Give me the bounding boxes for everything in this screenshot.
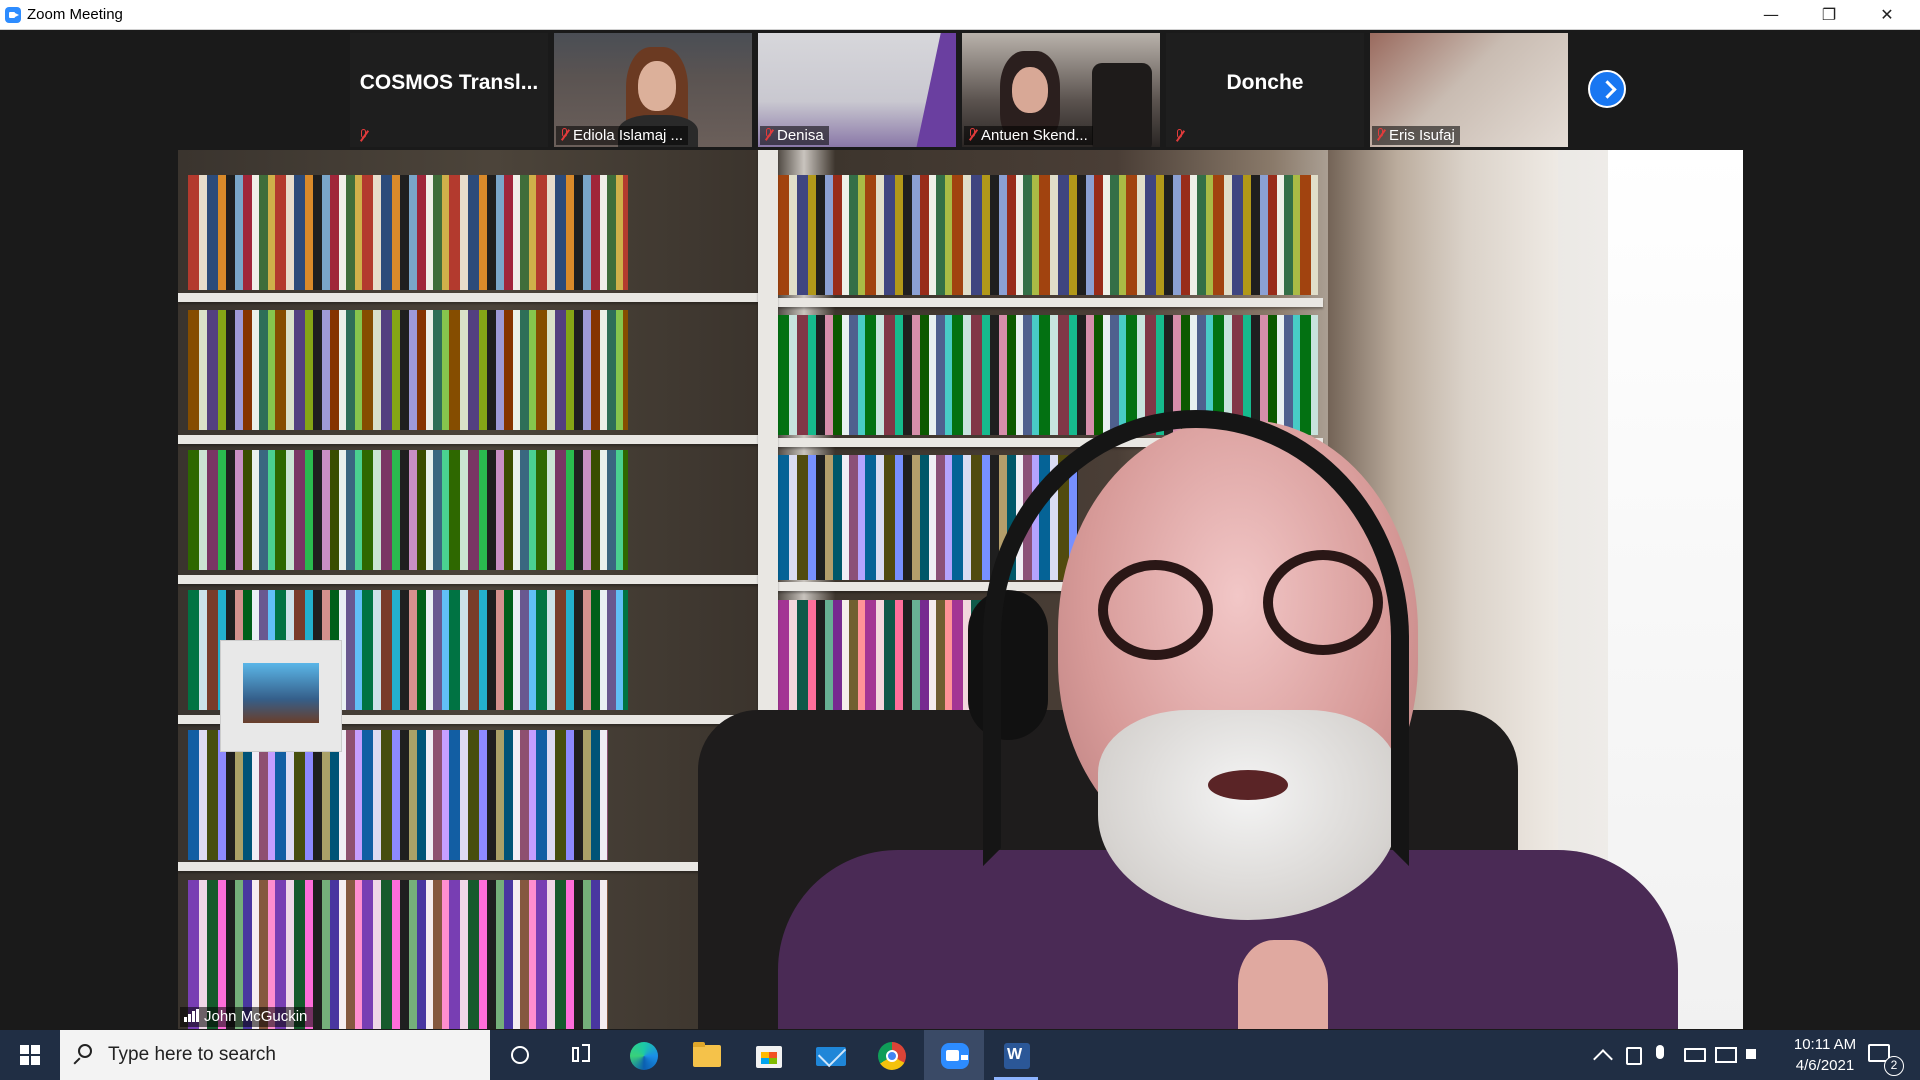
muted-mic-icon <box>763 128 773 142</box>
next-page-button[interactable] <box>1588 70 1626 108</box>
speaker-label: John McGuckin <box>180 1007 314 1027</box>
chrome-icon[interactable] <box>862 1030 922 1080</box>
participant-name: COSMOS Transl... <box>359 71 539 94</box>
network-icon[interactable] <box>1715 1047 1737 1063</box>
zoom-app-icon <box>5 7 21 23</box>
search-placeholder: Type here to search <box>108 1044 276 1065</box>
minimize-button[interactable]: — <box>1742 0 1800 29</box>
muted-mic-icon <box>967 128 977 142</box>
speaker-name: John McGuckin <box>204 1008 308 1025</box>
edge-icon[interactable] <box>614 1030 674 1080</box>
task-view-icon[interactable] <box>550 1030 610 1080</box>
participant-tile[interactable]: COSMOS Transl... <box>350 33 548 147</box>
volume-icon[interactable] <box>1746 1049 1756 1059</box>
store-icon[interactable] <box>738 1030 798 1080</box>
battery-icon[interactable] <box>1684 1048 1706 1062</box>
participant-label: Denisa <box>760 126 829 145</box>
cortana-icon[interactable] <box>490 1030 550 1080</box>
notification-count: 2 <box>1884 1056 1904 1076</box>
active-speaker-video[interactable]: John McGuckin <box>178 150 1743 1029</box>
title-bar: Zoom Meeting — ❐ ✕ <box>0 0 1920 30</box>
search-input[interactable]: Type here to search <box>60 1030 490 1080</box>
participant-tile[interactable]: Ediola Islamaj ... <box>554 33 752 147</box>
file-explorer-icon[interactable] <box>676 1030 736 1080</box>
mail-icon[interactable] <box>800 1030 860 1080</box>
headphones <box>983 410 1409 866</box>
participant-name: Denisa <box>777 127 824 144</box>
participant-label: Eris Isufaj <box>1372 126 1460 145</box>
participant-label: Antuen Skend... <box>964 126 1093 145</box>
muted-mic-icon <box>358 129 368 143</box>
clock-time: 10:11 AM <box>1793 1036 1857 1053</box>
participant-label: Ediola Islamaj ... <box>556 126 689 145</box>
participant-name: Donche <box>1226 71 1304 94</box>
participant-tile[interactable]: Eris Isufaj <box>1370 33 1568 147</box>
search-icon <box>78 1044 92 1058</box>
participant-video <box>915 33 956 147</box>
taskbar: Type here to search W 10:11 AM 4/6/2021 … <box>0 1030 1920 1080</box>
picture-frame <box>220 640 342 752</box>
muted-mic-icon <box>559 128 569 142</box>
signal-icon <box>184 1009 200 1022</box>
participant-name: Ediola Islamaj ... <box>573 127 684 144</box>
windows-start-icon[interactable] <box>0 1030 60 1080</box>
close-button[interactable]: ✕ <box>1858 0 1916 29</box>
clock-date: 4/6/2021 <box>1795 1057 1855 1074</box>
zoom-icon[interactable] <box>924 1030 984 1080</box>
microphone-icon[interactable] <box>1656 1045 1664 1059</box>
participant-tile[interactable]: Antuen Skend... <box>962 33 1160 147</box>
camera-icon[interactable] <box>1626 1047 1642 1065</box>
restore-button[interactable]: ❐ <box>1800 0 1858 29</box>
participant-tile[interactable]: Donche <box>1166 33 1364 147</box>
muted-mic-icon <box>1174 129 1184 143</box>
word-letter: W <box>1007 1046 1023 1063</box>
word-icon[interactable]: W <box>986 1030 1046 1080</box>
meeting-area: COSMOS Transl... Ediola Islamaj ... Deni… <box>0 30 1920 1030</box>
window-title: Zoom Meeting <box>27 6 123 23</box>
participant-name: Eris Isufaj <box>1389 127 1455 144</box>
clock[interactable]: 10:11 AM 4/6/2021 <box>1770 1034 1880 1076</box>
muted-mic-icon <box>1375 128 1385 142</box>
show-hidden-icons-icon[interactable] <box>1593 1049 1613 1069</box>
participant-tile[interactable]: Denisa <box>758 33 956 147</box>
participant-name: Antuen Skend... <box>981 127 1088 144</box>
